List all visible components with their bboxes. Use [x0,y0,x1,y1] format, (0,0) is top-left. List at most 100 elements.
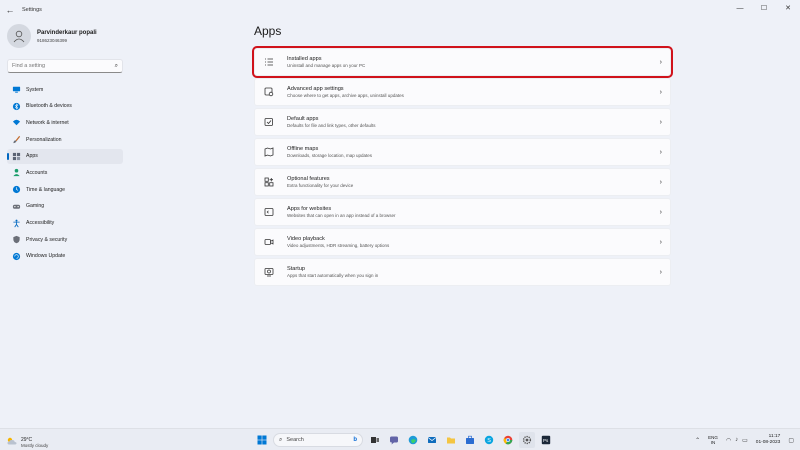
sidebar-item-label: Network & internet [26,119,69,126]
sidebar-item-system[interactable]: System [7,82,123,97]
chevron-up-icon[interactable]: ⌃ [695,437,700,444]
sidebar-item-apps[interactable]: Apps [7,148,123,164]
svg-text:Ps: Ps [543,438,549,443]
ps-app-icon[interactable]: Ps [538,432,554,448]
card-subtitle: Websites that can open in an app instead… [287,213,396,218]
close-button[interactable]: ✕ [776,0,800,16]
card-video-playback[interactable]: Video playback Video adjustments, HDR st… [254,228,671,256]
card-installed-apps[interactable]: Installed apps Uninstall and manage apps… [252,46,673,78]
language-indicator[interactable]: ENG IN [708,435,718,446]
card-optional-features[interactable]: Optional features Extra functionality fo… [254,168,671,196]
chevron-right-icon: › [659,58,662,66]
chevron-right-icon: › [659,208,662,216]
store-icon[interactable] [462,432,478,448]
card-title: Apps for websites [287,206,332,212]
start-button[interactable] [254,432,270,448]
system-tray: ⌃ ENG IN ◠ ♪ ▭ 11:17 01-08-2023 ▢ [693,432,796,448]
chrome-icon[interactable] [500,432,516,448]
wifi-icon [11,118,21,128]
card-offline-maps[interactable]: Offline maps Downloads, storage location… [254,138,671,166]
card-title: Advanced app settings [287,86,344,92]
lang-line2: IN [710,440,716,445]
back-arrow-icon[interactable]: ← [0,0,20,20]
card-subtitle: Choose where to get apps, archive apps, … [287,93,404,98]
card-title: Optional features [287,176,330,182]
sidebar-item-accessibility[interactable]: Accessibility [7,216,123,231]
clock-date: 01-08-2023 [755,440,781,445]
card-title: Installed apps [287,56,322,62]
chevron-right-icon: › [659,118,662,126]
window-controls: — ☐ ✕ [728,0,800,16]
edge-icon[interactable] [405,432,421,448]
default-apps-icon [263,116,275,128]
sidebar-item-privacy[interactable]: Privacy & security [7,232,123,247]
mail-icon[interactable] [424,432,440,448]
card-subtitle: Extra functionality for your device [287,183,354,188]
search-input[interactable] [12,63,115,69]
taskbar: 29°C Mostly cloudy ⌕ Search b S Ps ⌃ ENG… [0,428,800,450]
chevron-right-icon: › [659,238,662,246]
card-advanced-app-settings[interactable]: Advanced app settings Choose where to ge… [254,78,671,106]
card-apps-for-websites[interactable]: Apps for websites Websites that can open… [254,198,671,226]
wifi-icon[interactable]: ◠ [726,437,731,444]
card-subtitle: Apps that start automatically when you s… [287,273,379,278]
sidebar-item-network[interactable]: Network & internet [7,115,123,130]
apps-icon [11,151,21,161]
search-box[interactable]: ⌕ [7,59,123,73]
profile-account: 918623046399 [37,37,68,43]
user-profile[interactable]: Parvinderkaur popali 918623046399 [7,24,97,48]
svg-text:S: S [487,438,491,444]
search-icon[interactable]: ⌕ [115,63,118,70]
globe-clock-icon [11,185,21,195]
card-title: Startup [287,266,306,272]
chevron-right-icon: › [659,178,662,186]
avatar-icon [7,24,31,48]
person-icon [11,168,21,178]
weather-widget[interactable]: 29°C Mostly cloudy [6,433,48,450]
speaker-icon[interactable]: ♪ [735,437,738,443]
sidebar-item-label: Accessibility [26,220,55,226]
battery-icon[interactable]: ▭ [742,437,748,444]
settings-gear-icon[interactable] [519,432,535,448]
skype-icon[interactable]: S [481,432,497,448]
notification-icon[interactable]: ▢ [788,437,794,444]
sidebar-item-time-language[interactable]: Time & language [7,182,123,197]
bluetooth-icon [11,101,21,111]
card-subtitle: Video adjustments, HDR streaming, batter… [287,243,390,248]
profile-name: Parvinderkaur popali [37,29,97,36]
card-title: Offline maps [287,146,319,152]
minimize-button[interactable]: — [728,0,752,16]
app-settings-icon [263,86,275,98]
sidebar-item-bluetooth[interactable]: Bluetooth & devices [7,99,123,114]
sidebar-item-windows-update[interactable]: Windows Update [7,249,123,264]
title-bar: ← Settings — ☐ ✕ [0,0,800,20]
taskbar-apps: ⌕ Search b S Ps [254,432,557,448]
card-subtitle: Downloads, storage location, map updates [287,153,373,158]
shield-icon [11,235,21,245]
teams-chat-icon[interactable] [386,432,402,448]
video-icon [263,236,275,248]
file-explorer-icon[interactable] [443,432,459,448]
page-title: Apps [254,24,282,38]
card-subtitle: Defaults for file and link types, other … [287,123,376,128]
sidebar-nav: System Bluetooth & devices Network & int… [7,82,123,266]
chevron-right-icon: › [659,148,662,156]
sidebar-item-personalization[interactable]: Personalization [7,132,123,147]
maximize-button[interactable]: ☐ [752,0,776,16]
task-view-icon[interactable] [367,432,383,448]
cloud-icon [6,433,18,450]
sidebar-item-gaming[interactable]: Gaming [7,199,123,214]
card-startup[interactable]: Startup Apps that start automatically wh… [254,258,671,286]
search-icon: ⌕ [279,436,283,443]
taskbar-search[interactable]: ⌕ Search b [273,433,363,447]
startup-icon [263,266,275,278]
update-icon [11,251,21,261]
sidebar-item-accounts[interactable]: Accounts [7,165,123,180]
clock[interactable]: 11:17 01-08-2023 [756,434,781,446]
sidebar-item-label: System [26,86,44,93]
settings-card-list: Installed apps Uninstall and manage apps… [252,46,673,288]
web-app-icon [263,206,275,218]
card-default-apps[interactable]: Default apps Defaults for file and link … [254,108,671,136]
sidebar-item-label: Windows Update [26,253,66,260]
list-icon [263,56,275,68]
